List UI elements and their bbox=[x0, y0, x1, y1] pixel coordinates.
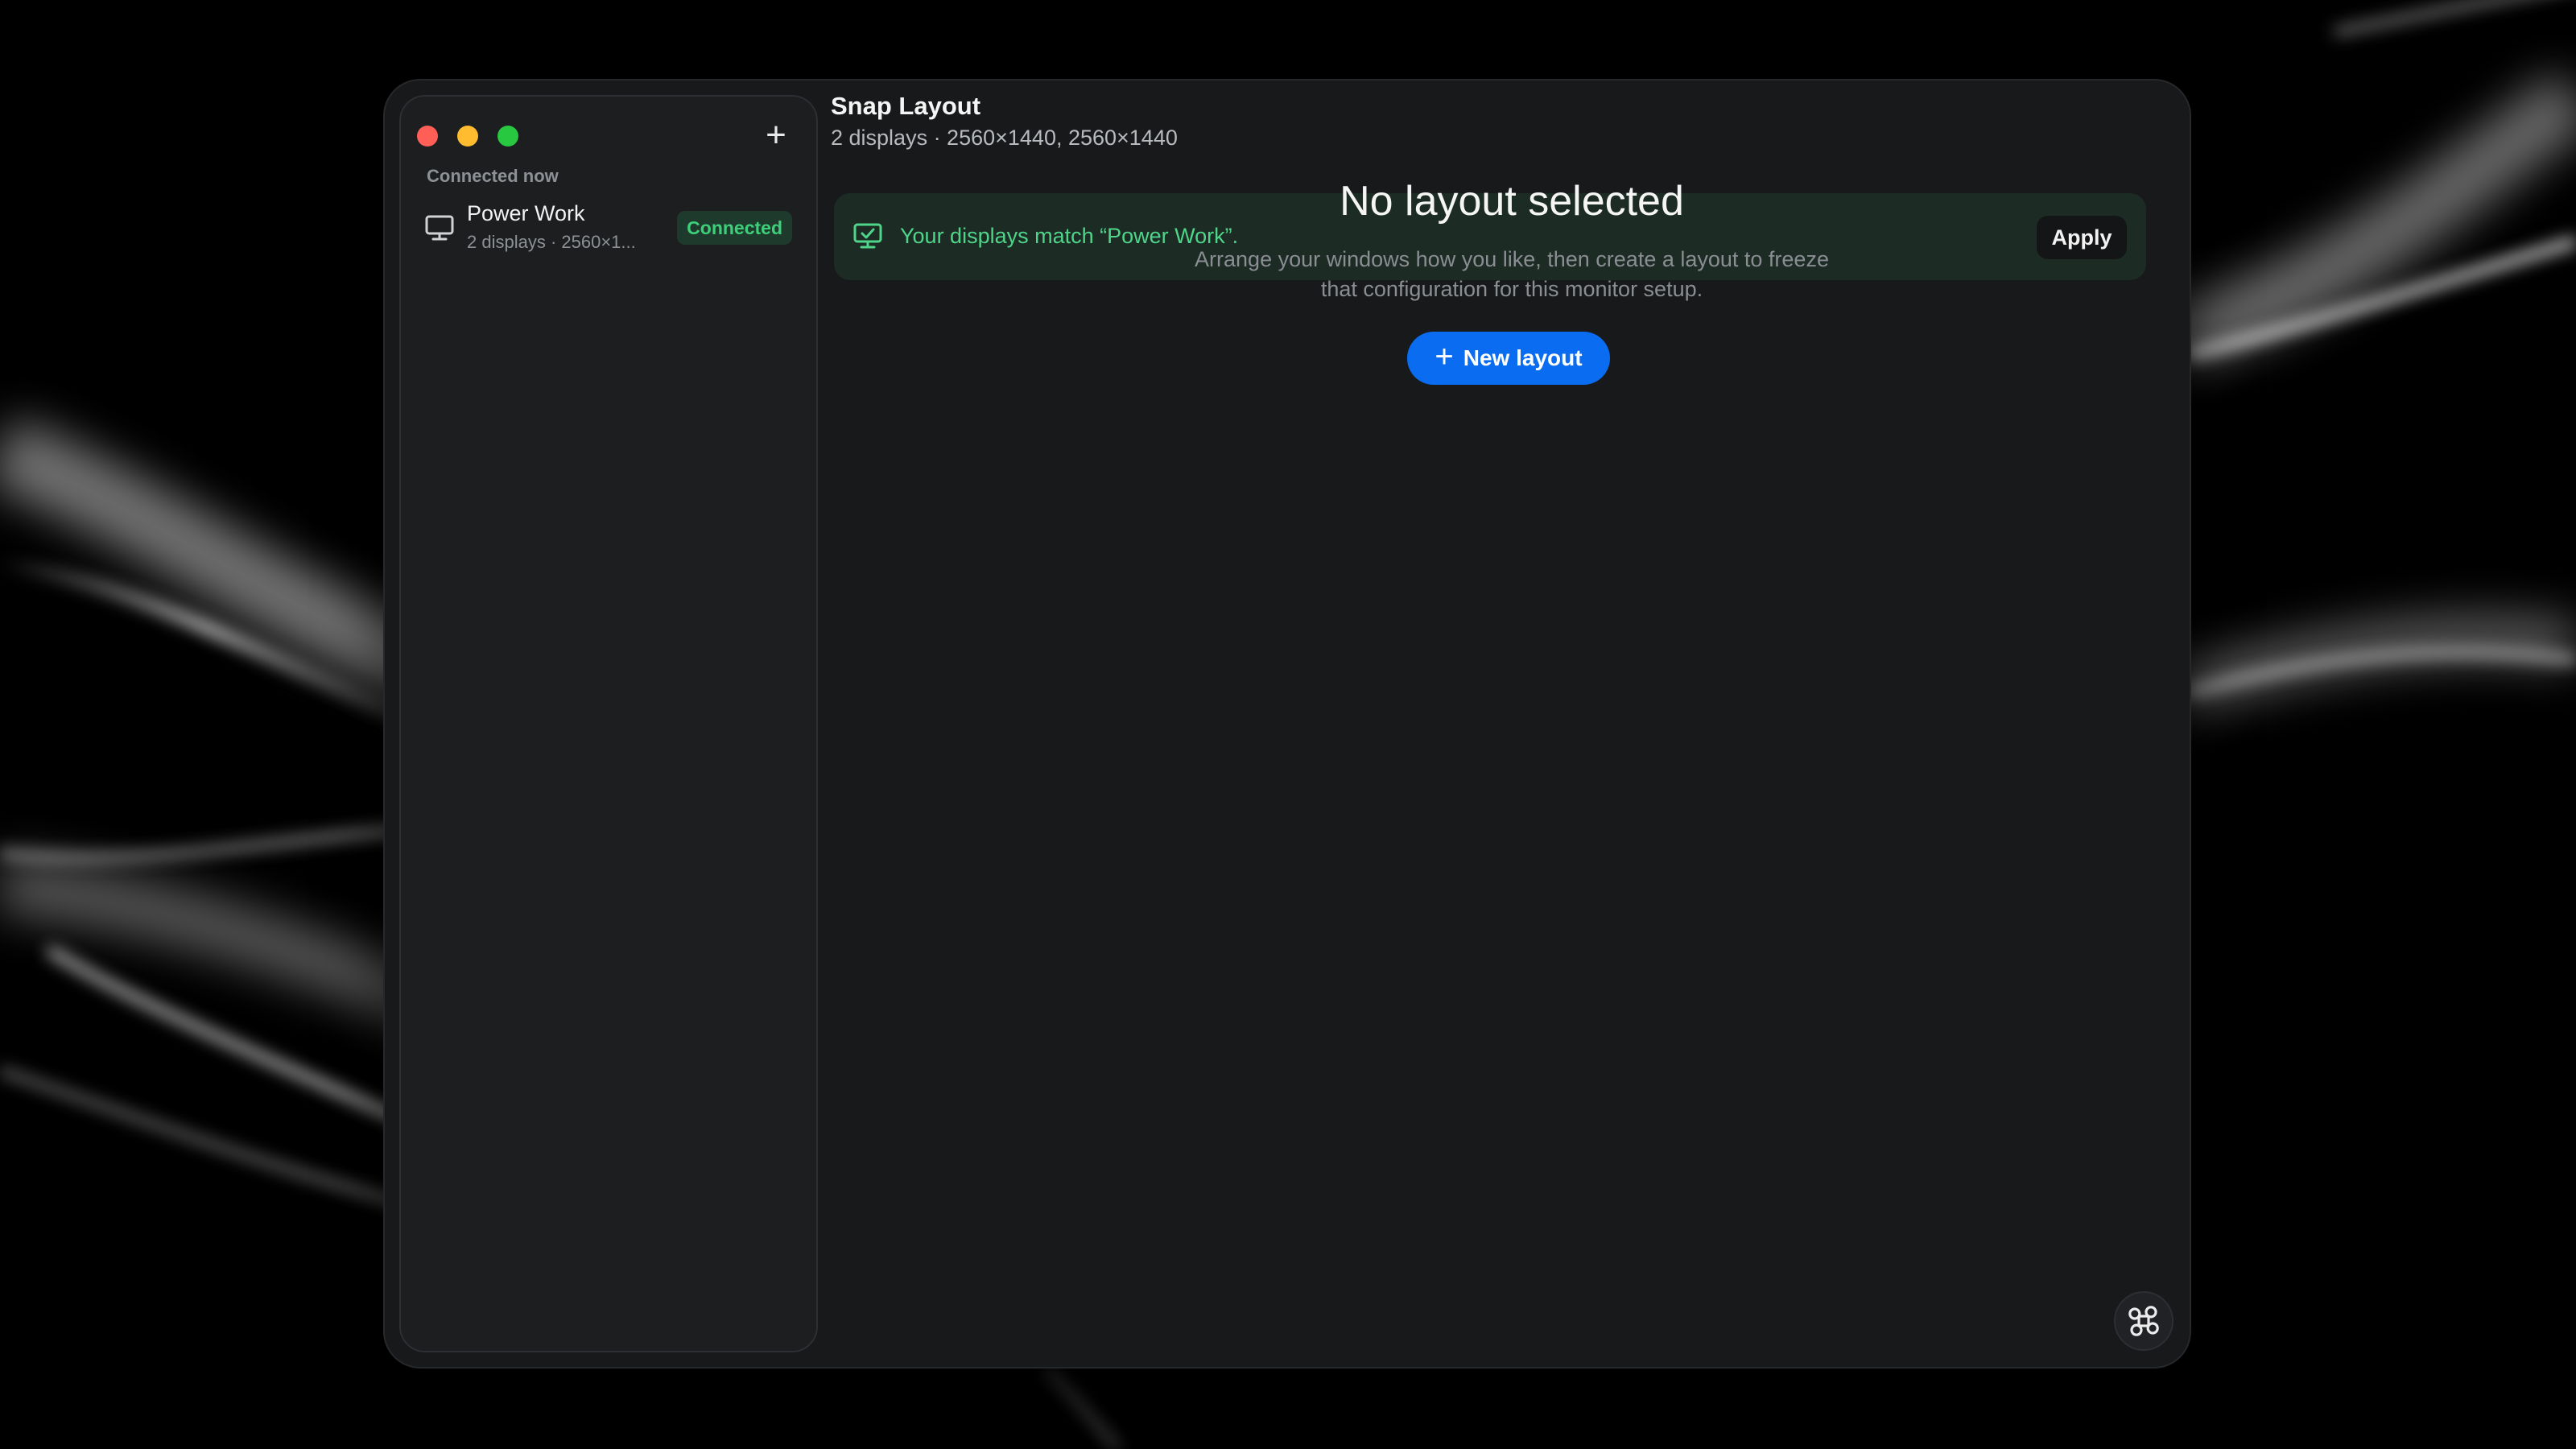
plus-icon: + bbox=[1435, 339, 1454, 374]
empty-state-description: Arrange your windows how you like, then … bbox=[1195, 247, 1829, 301]
sidebar: + Connected now Power Work 2 displays · … bbox=[399, 95, 818, 1352]
app-window: + Connected now Power Work 2 displays · … bbox=[385, 80, 2190, 1367]
close-window-button[interactable] bbox=[417, 126, 438, 147]
section-label-connected: Connected now bbox=[427, 166, 559, 186]
new-layout-button[interactable]: + New layout bbox=[1407, 332, 1610, 385]
main-panel: Snap Layout 2 displays · 2560×1440, 2560… bbox=[824, 80, 2190, 1367]
add-profile-button[interactable]: + bbox=[755, 114, 797, 156]
minimize-window-button[interactable] bbox=[457, 126, 478, 147]
new-layout-label: New layout bbox=[1463, 345, 1583, 370]
sidebar-item-subtitle: 2 displays · 2560×1... bbox=[467, 232, 636, 252]
command-icon bbox=[2128, 1306, 2159, 1336]
empty-state-title: No layout selected bbox=[1340, 178, 1684, 225]
page-subtitle: 2 displays · 2560×1440, 2560×1440 bbox=[831, 126, 1178, 150]
sidebar-item-title: Power Work bbox=[467, 201, 585, 225]
command-button[interactable] bbox=[2114, 1291, 2174, 1351]
monitor-check-icon bbox=[853, 223, 882, 249]
status-badge: Connected bbox=[677, 211, 792, 245]
monitor-icon bbox=[425, 215, 454, 241]
page-title: Snap Layout bbox=[831, 92, 981, 120]
sidebar-item-power-work[interactable]: Power Work 2 displays · 2560×1... Connec… bbox=[417, 196, 800, 261]
plus-icon: + bbox=[766, 115, 786, 155]
maximize-window-button[interactable] bbox=[497, 126, 518, 147]
traffic-lights bbox=[417, 126, 518, 147]
